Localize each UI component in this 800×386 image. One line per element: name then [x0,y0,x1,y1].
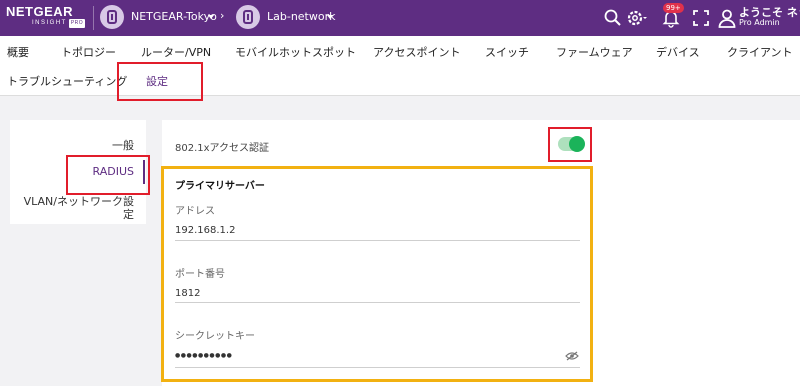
user-icon[interactable] [716,7,738,29]
sidebar-item-vlan-network[interactable]: VLAN/ネットワーク設 [24,193,134,209]
tab-devices[interactable]: デバイス [656,44,700,60]
breadcrumb-separator: › [220,9,225,22]
notification-badge: 99+ [663,3,684,13]
highlight-toggle [548,127,592,162]
header-divider [93,6,94,30]
location-icon[interactable] [236,5,260,29]
sidebar-item-general[interactable]: 一般 [112,137,134,153]
organization-icon[interactable] [100,5,124,29]
chevron-down-icon[interactable] [327,15,333,19]
logo-pro-tag: PRO [68,19,86,28]
logo-main-text: NETGEAR [6,4,74,19]
role-text: Pro Admin [739,18,780,27]
auth-toggle-label: 802.1xアクセス認証 [175,143,270,154]
organization-selector[interactable]: NETGEAR-Tokyo [131,10,217,23]
netgear-insight-logo[interactable]: NETGEAR INSIGHT PRO [6,5,86,31]
top-bar: NETGEAR INSIGHT PRO NETGEAR-Tokyo › Lab-n… [0,0,800,36]
tab-troubleshooting[interactable]: トラブルシューティング [7,73,127,89]
tab-switches[interactable]: スイッチ [485,44,529,60]
logo-sub-text: INSIGHT PRO [32,19,86,28]
chevron-down-icon[interactable] [208,15,214,19]
tab-mobile-hotspot[interactable]: モバイルホットスポット [235,44,356,60]
tab-router-vpn[interactable]: ルーター/VPN [141,44,211,60]
sidebar-item-vlan-network-cont[interactable]: 定 [123,206,134,222]
search-icon[interactable] [602,7,624,29]
gear-icon[interactable] [625,7,647,29]
logo-sub-word: INSIGHT [32,20,67,26]
tab-access-points[interactable]: アクセスポイント [373,44,460,60]
tab-clients[interactable]: クライアント [727,44,793,60]
highlight-primary-server [161,166,593,382]
location-selector[interactable]: Lab-network [267,10,336,23]
highlight-settings-tab [117,62,203,101]
highlight-radius-item [66,155,150,195]
tab-firmware[interactable]: ファームウェア [556,44,633,60]
expand-icon[interactable] [690,7,712,29]
tab-topology[interactable]: トポロジー [61,44,116,60]
tab-overview[interactable]: 概要 [7,44,29,60]
